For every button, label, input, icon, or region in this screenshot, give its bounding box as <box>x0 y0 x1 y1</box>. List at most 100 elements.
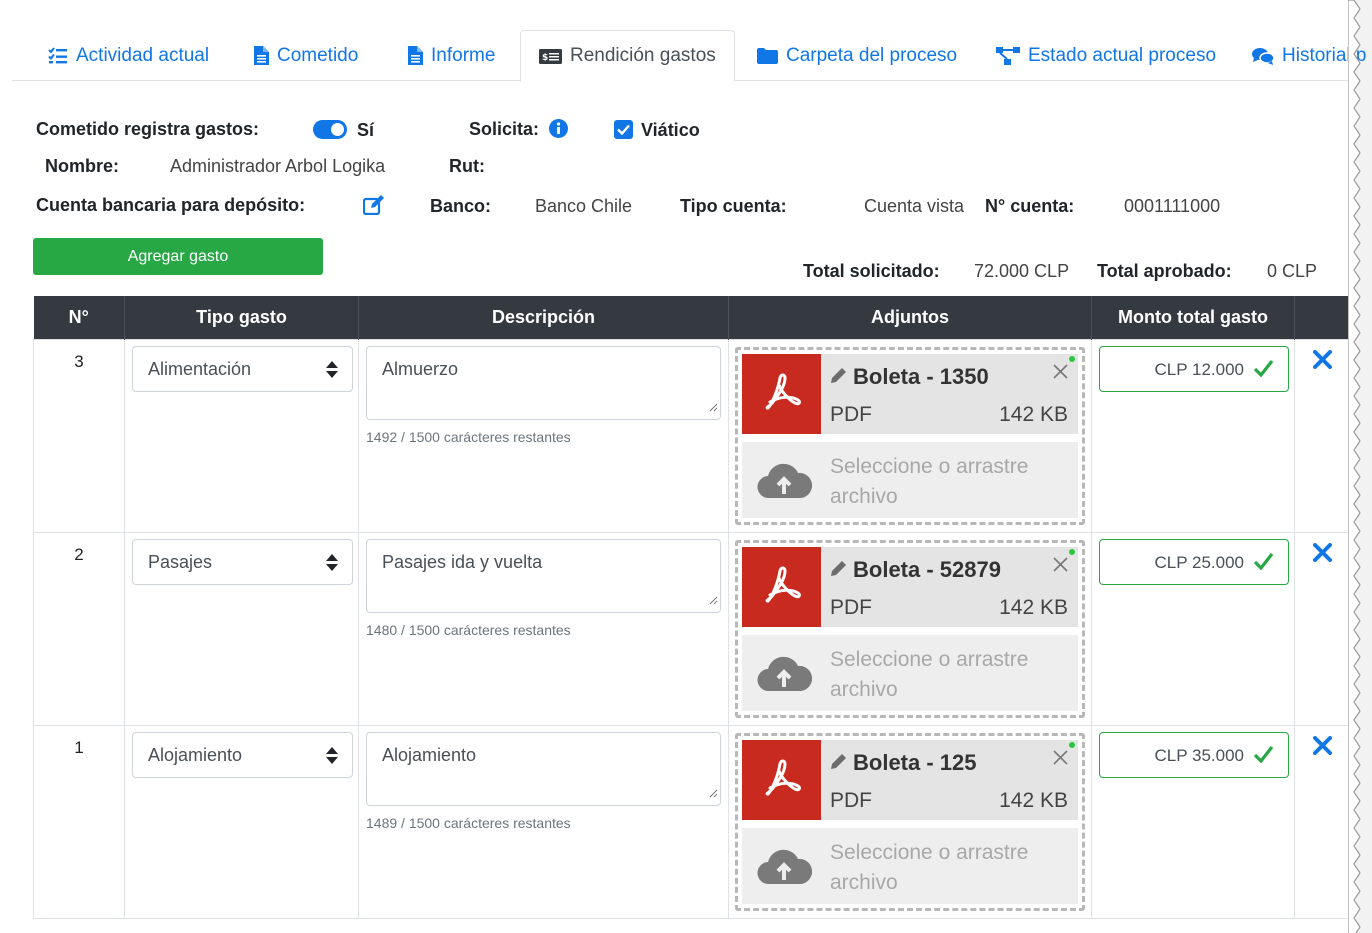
attachment-dropzone[interactable]: Boleta - 52879 PDF 142 KB Seleccione o a… <box>735 539 1085 718</box>
viatico-label: Viático <box>641 120 700 140</box>
add-expense-button[interactable]: Agregar gasto <box>33 238 323 275</box>
tab-label: Informe <box>431 44 496 66</box>
tipo-gasto-select[interactable]: Pasajes <box>132 538 353 585</box>
tab-actividad-actual[interactable]: Actividad actual <box>30 30 227 81</box>
tipo-cell: Pasajes <box>124 531 359 726</box>
close-icon[interactable] <box>1053 363 1068 384</box>
resize-handle-icon[interactable] <box>709 782 718 803</box>
sort-arrows-icon <box>326 360 338 383</box>
tipo-gasto-select[interactable]: Alimentación <box>132 345 353 392</box>
tipo-cuenta-value: Cuenta vista <box>864 196 965 216</box>
attachment-file[interactable]: Boleta - 125 PDF 142 KB <box>742 739 1078 820</box>
project-diagram-icon <box>996 46 1020 65</box>
descripcion-textarea[interactable]: Alojamiento <box>366 731 721 806</box>
pdf-icon <box>742 546 821 627</box>
nombre-label: Nombre: <box>45 156 120 176</box>
list-check-icon <box>48 46 68 65</box>
actions-cell <box>1294 724 1350 919</box>
status-dot <box>1069 355 1075 362</box>
edit-icon[interactable] <box>362 195 385 220</box>
attachment-file[interactable]: Boleta - 52879 PDF 142 KB <box>742 546 1078 627</box>
chars-remaining: 1492 / 1500 carácteres restantes <box>366 428 571 445</box>
total-aprobado-value: 0 CLP <box>1267 261 1318 281</box>
tipo-gasto-select[interactable]: Alojamiento <box>132 731 353 778</box>
pdf-icon <box>742 739 821 820</box>
descripcion-cell: Pasajes ida y vuelta 1480 / 1500 carácte… <box>358 531 729 726</box>
pdf-icon <box>742 353 821 434</box>
money-bill-icon: $ <box>539 48 562 64</box>
table-header-row: N° Tipo gasto Descripción Adjuntos Monto… <box>33 296 1350 339</box>
monto-input[interactable]: CLP 25.000 <box>1099 538 1289 585</box>
file-name-group: Boleta - 52879 <box>830 557 1001 583</box>
document-icon <box>408 46 423 65</box>
monto-value: CLP 12.000 <box>1154 359 1244 379</box>
monto-input[interactable]: CLP 35.000 <box>1099 731 1289 778</box>
attachment-dropzone[interactable]: Boleta - 125 PDF 142 KB Seleccione o arr… <box>735 732 1085 911</box>
upload-text: Seleccione o arrastre archivo <box>830 647 1029 701</box>
file-name: Boleta - 125 <box>853 749 977 775</box>
pencil-icon[interactable] <box>830 750 847 776</box>
descripcion-cell: Alojamiento 1489 / 1500 carácteres resta… <box>358 724 729 919</box>
column-header-adjuntos: Adjuntos <box>728 296 1092 339</box>
delete-icon[interactable] <box>1313 735 1332 760</box>
table-row: 3 Alimentación Almuerzo 1492 / 1500 cará… <box>33 338 1350 533</box>
tipo-cuenta-label: Tipo cuenta: <box>680 196 787 216</box>
file-name: Boleta - 52879 <box>853 556 1001 582</box>
file-name-group: Boleta - 1350 <box>830 364 989 390</box>
attachment-dropzone[interactable]: Boleta - 1350 PDF 142 KB Seleccione o ar… <box>735 346 1085 525</box>
cloud-upload-icon <box>757 846 813 891</box>
select-value: Pasajes <box>148 551 213 572</box>
viatico-checkbox[interactable] <box>614 120 633 139</box>
textarea-value: Almuerzo <box>382 358 459 379</box>
file-type: PDF <box>830 595 872 619</box>
torn-edge <box>1348 0 1361 933</box>
total-solicitado-value: 72.000 CLP <box>974 261 1070 281</box>
monto-cell: CLP 25.000 <box>1091 531 1295 726</box>
column-header-descripcion: Descripción <box>358 296 729 339</box>
registra-gastos-toggle[interactable] <box>313 120 347 139</box>
close-icon[interactable] <box>1053 556 1068 577</box>
info-icon[interactable] <box>549 119 568 143</box>
upload-area[interactable]: Seleccione o arrastre archivo <box>742 634 1078 711</box>
tab-label: Actividad actual <box>76 44 210 66</box>
svg-text:$: $ <box>542 53 548 63</box>
status-dot <box>1069 548 1075 555</box>
tab-rendicion-gastos[interactable]: $ Rendición gastos <box>520 30 735 82</box>
num-cuenta-value: 0001111000 <box>1124 196 1221 216</box>
pencil-icon[interactable] <box>830 557 847 583</box>
tab-label: Cometido <box>277 44 359 66</box>
monto-cell: CLP 12.000 <box>1091 338 1295 533</box>
nombre-value: Administrador Arbol Logika <box>170 156 386 176</box>
page-sheet: Actividad actual Cometido Informe $ Rend… <box>0 0 1366 933</box>
textarea-value: Alojamiento <box>382 744 477 765</box>
row-number: 3 <box>33 338 125 533</box>
upload-area[interactable]: Seleccione o arrastre archivo <box>742 441 1078 518</box>
monto-input[interactable]: CLP 12.000 <box>1099 345 1289 392</box>
tab-cometido[interactable]: Cometido <box>236 30 376 81</box>
delete-icon[interactable] <box>1313 349 1332 374</box>
descripcion-textarea[interactable]: Almuerzo <box>366 345 721 420</box>
column-header-actions <box>1294 296 1350 339</box>
upload-area[interactable]: Seleccione o arrastre archivo <box>742 827 1078 904</box>
sort-arrows-icon <box>326 553 338 576</box>
resize-handle-icon[interactable] <box>709 589 718 610</box>
document-icon <box>254 46 269 65</box>
tab-bar: Actividad actual Cometido Informe $ Rend… <box>12 30 1366 82</box>
sort-arrows-icon <box>326 746 338 769</box>
delete-icon[interactable] <box>1313 542 1332 567</box>
chars-remaining: 1480 / 1500 carácteres restantes <box>366 621 571 638</box>
tab-carpeta-proceso[interactable]: Carpeta del proceso <box>739 30 975 81</box>
file-size: 142 KB <box>999 595 1068 619</box>
tab-informe[interactable]: Informe <box>390 30 513 81</box>
monto-value: CLP 25.000 <box>1154 552 1244 572</box>
close-icon[interactable] <box>1053 749 1068 770</box>
banco-value: Banco Chile <box>535 196 633 216</box>
descripcion-textarea[interactable]: Pasajes ida y vuelta <box>366 538 721 613</box>
actions-cell <box>1294 531 1350 726</box>
tab-estado-actual-proceso[interactable]: Estado actual proceso <box>978 30 1234 81</box>
registra-gastos-value: Sí <box>357 120 375 140</box>
resize-handle-icon[interactable] <box>709 396 718 417</box>
attachment-file[interactable]: Boleta - 1350 PDF 142 KB <box>742 353 1078 434</box>
pencil-icon[interactable] <box>830 364 847 390</box>
check-icon <box>1253 745 1274 768</box>
